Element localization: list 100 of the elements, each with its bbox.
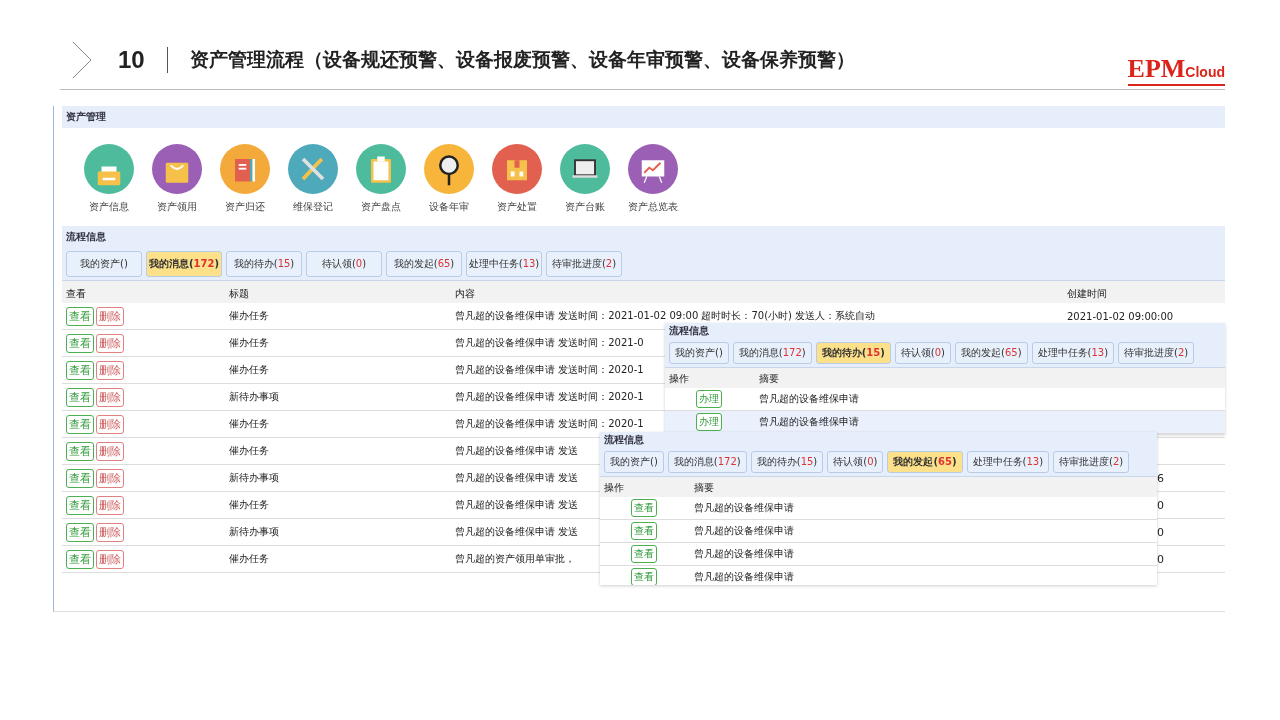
table-cell: 曾凡超的设备维保申请 <box>694 501 794 515</box>
table-cell: 曾凡超的设备维保申请 发送时间：2020-1 <box>455 390 644 404</box>
delete-button[interactable]: 删除 <box>96 333 124 353</box>
tab[interactable]: 处理中任务(13) <box>466 251 542 277</box>
table-cell: 催办任务 <box>229 336 269 350</box>
table-cell: 曾凡超的设备维保申请 <box>694 570 794 584</box>
view-button[interactable]: 查看 <box>66 441 94 461</box>
delete-button[interactable]: 删除 <box>96 414 124 434</box>
module-label: 维保登记 <box>293 200 333 214</box>
table-cell: 0 <box>1157 498 1164 512</box>
table-cell: 曾凡超的设备维保申请 发送 <box>455 525 579 539</box>
delete-button[interactable]: 删除 <box>96 387 124 407</box>
delete-button[interactable]: 删除 <box>96 468 124 488</box>
module-label: 资产盘点 <box>361 200 401 214</box>
table-cell: 催办任务 <box>229 552 269 566</box>
tab[interactable]: 我的待办(15) <box>815 342 891 364</box>
action-button[interactable]: 查看 <box>631 568 657 585</box>
column-header: 内容 <box>451 281 1063 303</box>
logo: EPMCloud <box>1127 53 1225 86</box>
tab[interactable]: 待认领(0) <box>827 451 884 473</box>
delete-button[interactable]: 删除 <box>96 549 124 569</box>
module-label: 设备年审 <box>429 200 469 214</box>
action-button[interactable]: 查看 <box>631 499 657 517</box>
slide-title: 资产管理流程（设备规还预警、设备报废预警、设备年审预警、设备保养预警） <box>189 46 856 72</box>
module-label: 资产归还 <box>225 200 265 214</box>
tab[interactable]: 待审批进度(2) <box>546 251 622 277</box>
tab[interactable]: 待审批进度(2) <box>1118 342 1195 364</box>
table-cell: 新待办事项 <box>229 471 279 485</box>
view-button[interactable]: 查看 <box>66 306 94 326</box>
table-cell: 曾凡超的设备维保申请 <box>759 392 859 406</box>
section-header: 资产管理 <box>62 106 1225 128</box>
tab[interactable]: 我的发起(65) <box>955 342 1028 364</box>
tab[interactable]: 我的消息(172) <box>146 251 222 277</box>
module-icon[interactable] <box>424 144 474 194</box>
delete-button[interactable]: 删除 <box>96 495 124 515</box>
table-cell: 曾凡超的资产领用单审批， <box>455 552 575 566</box>
tab[interactable]: 我的消息(172) <box>732 342 812 364</box>
action-button[interactable]: 查看 <box>631 545 657 563</box>
tab[interactable]: 我的发起(65) <box>887 451 963 473</box>
table-cell: 0 <box>1157 552 1164 566</box>
delete-button[interactable]: 删除 <box>96 360 124 380</box>
table-cell: 新待办事项 <box>229 525 279 539</box>
tab[interactable]: 我的资产() <box>669 342 729 364</box>
column-header: 操作 <box>665 368 755 388</box>
table-cell: 曾凡超的设备维保申请 发送时间：2021-01-02 09:00 超时时长：70(小时) 发送人：系统自动 <box>455 309 876 323</box>
module-label: 资产台账 <box>565 200 605 214</box>
table-cell: 催办任务 <box>229 444 269 458</box>
table-cell: 曾凡超的设备维保申请 发送时间：2020-1 <box>455 417 644 431</box>
table-cell: 0 <box>1157 525 1164 539</box>
module-icon[interactable] <box>560 144 610 194</box>
table-cell: 曾凡超的设备维保申请 <box>694 547 794 561</box>
action-button[interactable]: 查看 <box>631 522 657 540</box>
slide-number: 10 <box>118 45 145 74</box>
action-button[interactable]: 办理 <box>696 413 722 431</box>
view-button[interactable]: 查看 <box>66 468 94 488</box>
module-label: 资产信息 <box>89 200 129 214</box>
view-button[interactable]: 查看 <box>66 495 94 515</box>
table-cell: 曾凡超的设备维保申请 发送时间：2020-1 <box>455 363 644 377</box>
table-cell: 曾凡超的设备维保申请 发送 <box>455 444 579 458</box>
table-cell: 2021-01-02 09:00:00 <box>1067 310 1174 322</box>
delete-button[interactable]: 删除 <box>96 306 124 326</box>
view-button[interactable]: 查看 <box>66 522 94 542</box>
column-header: 摘要 <box>755 368 1225 388</box>
chevron-icon <box>72 40 92 79</box>
view-button[interactable]: 查看 <box>66 360 94 380</box>
tab[interactable]: 处理中任务(13) <box>1031 342 1115 364</box>
table-cell: 催办任务 <box>229 309 269 323</box>
column-header: 操作 <box>600 477 690 497</box>
table-cell: 曾凡超的设备维保申请 <box>694 524 794 538</box>
view-button[interactable]: 查看 <box>66 387 94 407</box>
module-label: 资产领用 <box>157 200 197 214</box>
delete-button[interactable]: 删除 <box>96 441 124 461</box>
view-button[interactable]: 查看 <box>66 549 94 569</box>
column-header: 摘要 <box>690 477 1157 497</box>
table-cell: 催办任务 <box>229 417 269 431</box>
column-header: 创建时间 <box>1063 281 1225 303</box>
view-button[interactable]: 查看 <box>66 333 94 353</box>
tab[interactable]: 待认领(0) <box>306 251 382 277</box>
table-cell: 新待办事项 <box>229 390 279 404</box>
table-cell: 催办任务 <box>229 363 269 377</box>
tab[interactable]: 待审批进度(2) <box>1053 451 1130 473</box>
tab[interactable]: 我的待办(15) <box>226 251 302 277</box>
column-header: 查看 <box>62 281 225 303</box>
tab[interactable]: 我的发起(65) <box>386 251 462 277</box>
tab[interactable]: 处理中任务(13) <box>966 451 1050 473</box>
tab[interactable]: 我的待办(15) <box>750 451 824 473</box>
delete-button[interactable]: 删除 <box>96 522 124 542</box>
table-cell: 曾凡超的设备维保申请 发送 <box>455 471 579 485</box>
action-button[interactable]: 办理 <box>696 390 722 408</box>
table-cell: 6 <box>1157 471 1164 485</box>
section-header: 流程信息 <box>600 432 1157 448</box>
tab[interactable]: 我的资产() <box>604 451 664 473</box>
view-button[interactable]: 查看 <box>66 414 94 434</box>
table-cell: 曾凡超的设备维保申请 发送 <box>455 498 579 512</box>
module-label: 资产处置 <box>497 200 537 214</box>
section-header: 流程信息 <box>665 323 1225 339</box>
table-cell: 曾凡超的设备维保申请 发送时间：2021-0 <box>455 336 644 350</box>
tab[interactable]: 待认领(0) <box>894 342 951 364</box>
tab[interactable]: 我的消息(172) <box>667 451 747 473</box>
tab[interactable]: 我的资产() <box>66 251 142 277</box>
